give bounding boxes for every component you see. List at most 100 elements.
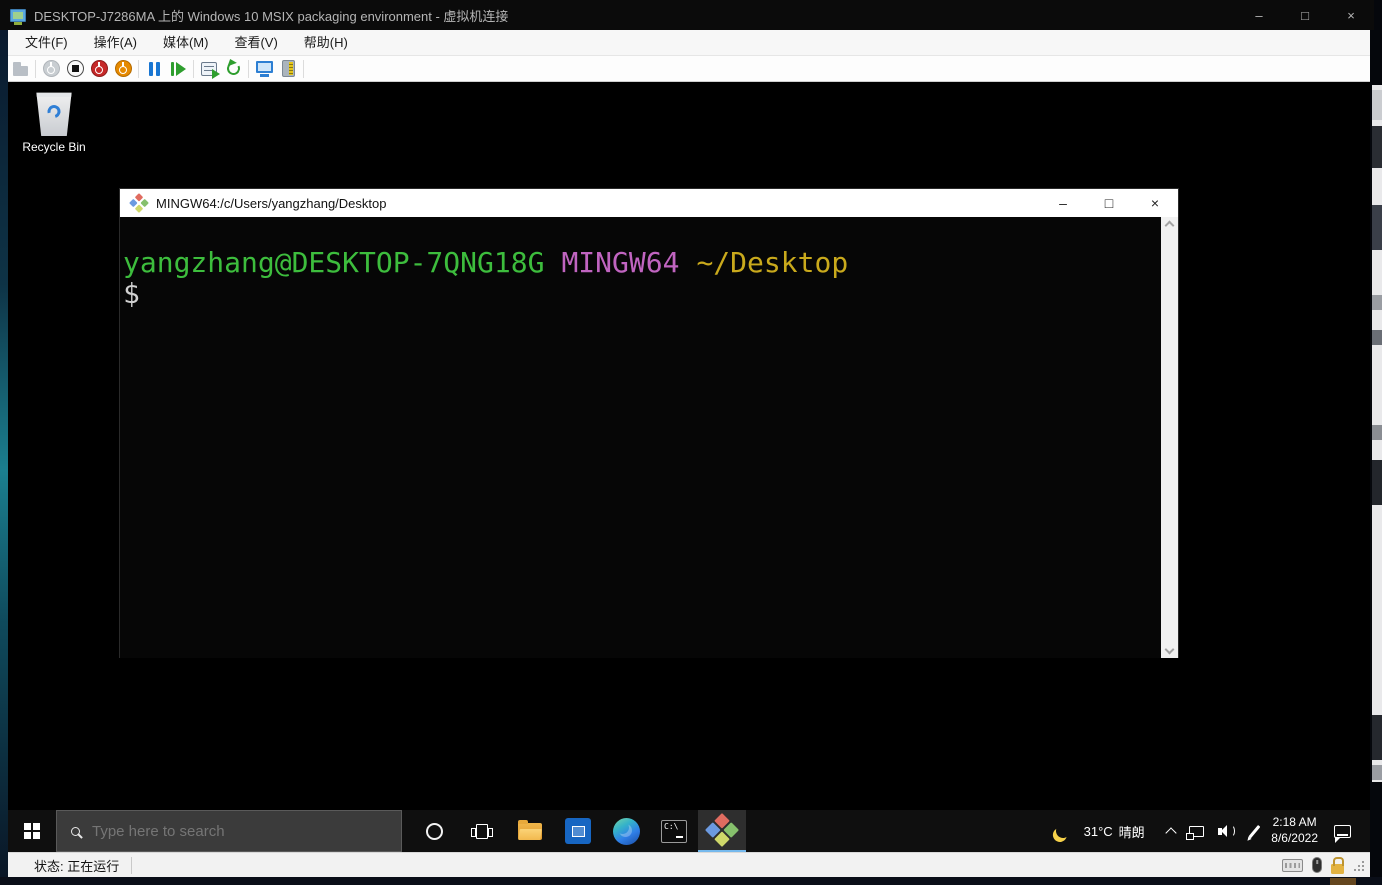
file-explorer-icon [518, 823, 542, 840]
host-window-sliver [1372, 85, 1382, 782]
prompt-symbol: $ [123, 277, 140, 310]
pen-icon[interactable] [1248, 824, 1260, 837]
action-center-icon[interactable] [1334, 825, 1351, 838]
taskbar-clock[interactable]: 2:18 AM 8/6/2022 [1271, 815, 1318, 846]
vmconnect-maximize-button[interactable]: □ [1282, 0, 1328, 30]
checkpoint-button[interactable] [197, 57, 221, 81]
vm-screen: Recycle Bin MINGW64:/c/Users/yangzhang/D… [8, 82, 1370, 852]
turn-off-vm-button[interactable] [63, 57, 87, 81]
host-window-fragment [1372, 205, 1382, 250]
taskbar-item-msys2[interactable] [698, 810, 746, 852]
host-window-fragment [1372, 425, 1382, 440]
taskbar-item-cmd[interactable] [650, 810, 698, 852]
terminal-output[interactable]: yangzhang@DESKTOP-7QNG18G MINGW64 ~/Deskto… [120, 217, 1178, 658]
pause-vm-button[interactable] [142, 57, 166, 81]
clock-time: 2:18 AM [1271, 815, 1318, 831]
prompt-user-host: yangzhang@DESKTOP-7QNG18G [123, 246, 544, 279]
terminal-window: MINGW64:/c/Users/yangzhang/Desktop – □ ×… [119, 188, 1179, 658]
vmconnect-toolbar [8, 56, 1370, 82]
terminal-minimize-button[interactable]: – [1040, 189, 1086, 217]
vmconnect-minimize-button[interactable]: – [1236, 0, 1282, 30]
checkpoint-icon [201, 62, 217, 76]
volume-icon[interactable] [1218, 825, 1235, 837]
toolbar-separator [138, 60, 139, 78]
weather-condition[interactable]: 晴朗 [1119, 822, 1145, 841]
scroll-down-icon[interactable] [1165, 645, 1175, 655]
taskbar-item-cortana[interactable] [410, 810, 458, 852]
prompt-cwd: ~/Desktop [696, 246, 848, 279]
revert-button[interactable] [221, 57, 245, 81]
terminal-maximize-button[interactable]: □ [1086, 189, 1132, 217]
turn-off-icon [67, 60, 84, 77]
cortana-icon [426, 823, 443, 840]
vmconnect-close-button[interactable]: × [1328, 0, 1374, 30]
system-tray: 31°C 晴朗 2:18 AM 8/6/2022 [1056, 810, 1370, 852]
menu-item-action[interactable]: 操作(A) [81, 30, 150, 55]
toolbar-separator [35, 60, 36, 78]
host-window-fragment [1372, 295, 1382, 310]
terminal-input-line: $ [123, 278, 1158, 309]
msys2-terminal-icon [705, 813, 739, 847]
toolbar-separator [248, 60, 249, 78]
command-prompt-icon [661, 820, 687, 843]
desktop-icon-recycle-bin[interactable]: Recycle Bin [18, 88, 90, 154]
enhanced-session-button[interactable] [252, 57, 276, 81]
pause-icon [149, 62, 160, 76]
search-input[interactable] [92, 823, 362, 840]
vm-status-text: 状态: 正在运行 [34, 856, 119, 875]
menu-item-view[interactable]: 查看(V) [221, 30, 290, 55]
terminal-scrollbar[interactable] [1161, 217, 1178, 658]
search-icon [71, 827, 80, 836]
host-taskbar-strip [0, 877, 1382, 885]
host-taskbar-fragment [1330, 878, 1356, 885]
chevron-up-icon[interactable] [1165, 827, 1176, 838]
vmconnect-menubar: 文件(F) 操作(A) 媒体(M) 查看(V) 帮助(H) [8, 30, 1370, 56]
taskbar-item-msix-tool[interactable] [554, 810, 602, 852]
toolbar-separator [193, 60, 194, 78]
save-vm-button[interactable] [111, 57, 135, 81]
host-window-fragment [1372, 330, 1382, 345]
reset-vm-button[interactable] [166, 57, 190, 81]
vmconnect-title: DESKTOP-J7286MA 上的 Windows 10 MSIX packa… [34, 6, 1236, 25]
msys2-icon [129, 193, 149, 213]
windows-logo-icon [24, 823, 40, 839]
host-window-fragment [1372, 90, 1382, 120]
host-window-fragment [1372, 126, 1382, 168]
network-icon[interactable] [1189, 826, 1204, 837]
start-button[interactable] [8, 810, 56, 852]
vm-taskbar: 31°C 晴朗 2:18 AM 8/6/2022 [8, 810, 1370, 852]
resize-grip[interactable] [1353, 859, 1366, 872]
keyboard-icon [1282, 859, 1303, 872]
taskbar-item-file-explorer[interactable] [506, 810, 554, 852]
weather-temp[interactable]: 31°C [1084, 824, 1113, 839]
statusbar-separator [131, 857, 132, 874]
start-icon [43, 60, 60, 77]
task-view-icon [476, 824, 488, 839]
menu-item-media[interactable]: 媒体(M) [150, 30, 222, 55]
start-vm-button[interactable] [39, 57, 63, 81]
taskbar-search[interactable] [56, 810, 402, 852]
edge-icon [613, 818, 640, 845]
lock-icon [1331, 864, 1344, 874]
clock-date: 8/6/2022 [1271, 831, 1318, 847]
vmconnect-statusbar: 状态: 正在运行 [8, 852, 1370, 877]
share-button[interactable] [276, 57, 300, 81]
scroll-up-icon[interactable] [1165, 221, 1175, 231]
taskbar-item-edge[interactable] [602, 810, 650, 852]
host-window-fragment [1372, 715, 1382, 760]
terminal-prompt-line: yangzhang@DESKTOP-7QNG18G MINGW64 ~/Deskto… [123, 247, 1158, 278]
ctrl-alt-del-button[interactable] [8, 57, 32, 81]
terminal-close-button[interactable]: × [1132, 189, 1178, 217]
vmconnect-titlebar: DESKTOP-J7286MA 上的 Windows 10 MSIX packa… [0, 0, 1374, 30]
host-wallpaper-strip [0, 30, 8, 877]
menu-item-file[interactable]: 文件(F) [12, 30, 81, 55]
recycle-bin-label: Recycle Bin [18, 140, 90, 154]
taskbar-item-task-view[interactable] [458, 810, 506, 852]
recycle-bin-icon [34, 88, 74, 136]
moon-icon[interactable] [1054, 822, 1071, 839]
shut-down-vm-button[interactable] [87, 57, 111, 81]
menu-item-help[interactable]: 帮助(H) [291, 30, 361, 55]
terminal-titlebar[interactable]: MINGW64:/c/Users/yangzhang/Desktop – □ × [120, 189, 1178, 217]
revert-icon [225, 60, 242, 77]
prompt-env: MINGW64 [561, 246, 679, 279]
